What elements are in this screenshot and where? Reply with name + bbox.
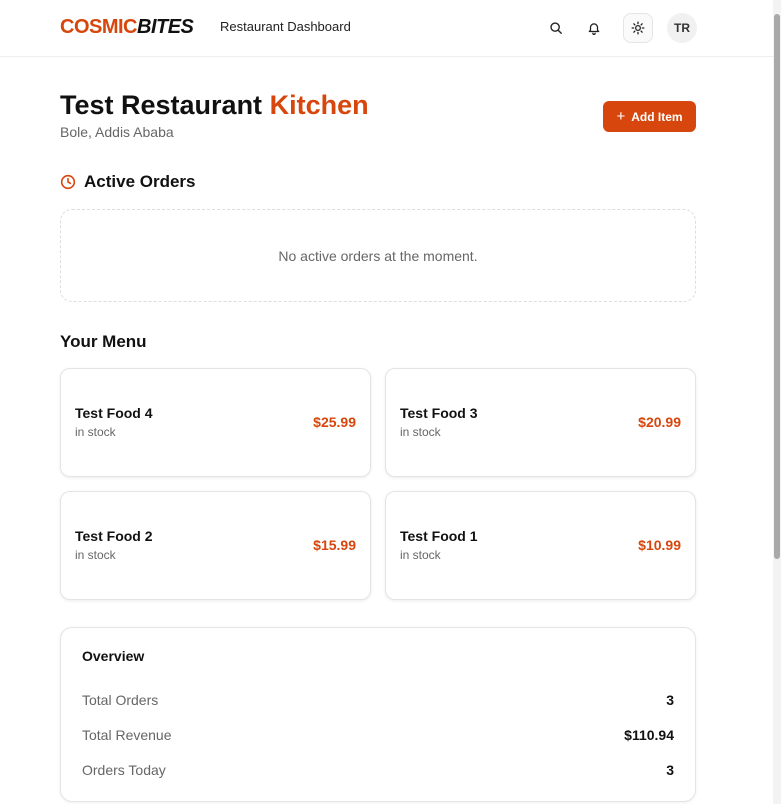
top-nav-bar: COSMICBITES Restaurant Dashboard TR [0, 0, 773, 57]
add-item-button[interactable]: + Add Item [603, 101, 696, 132]
notifications-button[interactable] [579, 13, 609, 43]
overview-label: Orders Today [82, 762, 166, 778]
page-scrollbar[interactable] [773, 0, 781, 804]
menu-item-card[interactable]: Test Food 4 in stock $25.99 [60, 368, 371, 477]
page-title: Test Restaurant Kitchen [60, 90, 369, 121]
overview-panel: Overview Total Orders 3 Total Revenue $1… [60, 627, 696, 802]
overview-row-total-orders: Total Orders 3 [82, 690, 674, 710]
nav-title: Restaurant Dashboard [220, 19, 351, 34]
menu-item-card[interactable]: Test Food 2 in stock $15.99 [60, 491, 371, 600]
active-orders-heading: Active Orders [60, 172, 196, 192]
overview-title: Overview [82, 648, 145, 664]
sun-icon [631, 21, 645, 35]
search-button[interactable] [541, 13, 571, 43]
menu-item-price: $10.99 [638, 537, 681, 553]
theme-toggle-button[interactable] [623, 13, 653, 43]
menu-item-name: Test Food 4 [75, 405, 153, 421]
logo-text-part1: COSMIC [60, 16, 138, 38]
clock-icon [60, 174, 76, 190]
overview-label: Total Orders [82, 692, 159, 708]
overview-row-orders-today: Orders Today 3 [82, 760, 674, 780]
active-orders-empty-state: No active orders at the moment. [60, 209, 696, 302]
active-orders-title: Active Orders [84, 172, 196, 191]
menu-item-name: Test Food 3 [400, 405, 478, 421]
search-icon [550, 22, 562, 34]
bell-icon [588, 23, 600, 35]
overview-value: 3 [666, 692, 674, 708]
restaurant-name: Test Restaurant [60, 90, 263, 120]
menu-item-stock: in stock [75, 548, 116, 562]
overview-row-total-revenue: Total Revenue $110.94 [82, 725, 674, 745]
menu-item-stock: in stock [75, 425, 116, 439]
menu-item-stock: in stock [400, 425, 441, 439]
menu-item-stock: in stock [400, 548, 441, 562]
menu-item-card[interactable]: Test Food 3 in stock $20.99 [385, 368, 696, 477]
menu-item-price: $15.99 [313, 537, 356, 553]
menu-item-price: $20.99 [638, 414, 681, 430]
menu-item-card[interactable]: Test Food 1 in stock $10.99 [385, 491, 696, 600]
overview-value: $110.94 [624, 727, 674, 743]
overview-label: Total Revenue [82, 727, 172, 743]
menu-title: Your Menu [60, 332, 147, 351]
menu-item-name: Test Food 1 [400, 528, 478, 544]
plus-icon: + [616, 108, 626, 125]
restaurant-location: Bole, Addis Ababa [60, 124, 174, 140]
logo-text-part2: BITES [137, 16, 194, 38]
menu-item-name: Test Food 2 [75, 528, 153, 544]
menu-heading: Your Menu [60, 332, 147, 352]
user-avatar[interactable]: TR [667, 13, 697, 43]
overview-value: 3 [666, 762, 674, 778]
restaurant-name-accent: Kitchen [269, 90, 369, 120]
add-item-label: Add Item [631, 109, 683, 124]
menu-item-price: $25.99 [313, 414, 356, 430]
brand-logo[interactable]: COSMICBITES [60, 16, 194, 39]
empty-message: No active orders at the moment. [278, 247, 478, 264]
scrollbar-thumb[interactable] [774, 14, 780, 559]
